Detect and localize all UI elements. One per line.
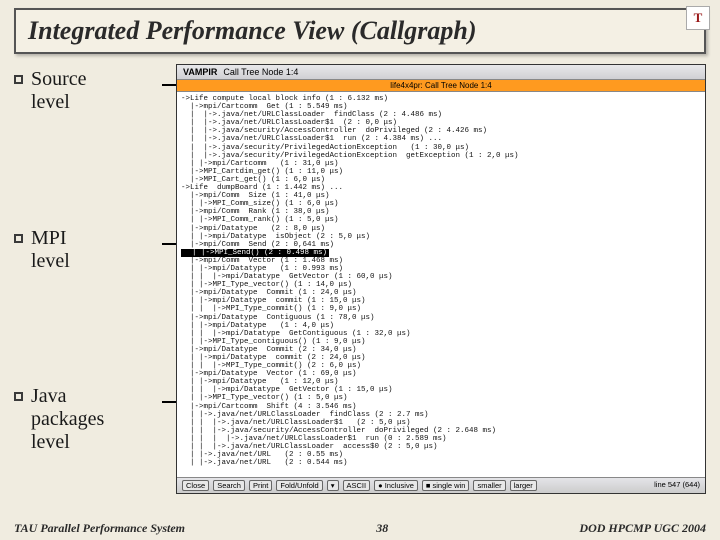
status-button[interactable]: Search [213,480,245,491]
bullet-java-level: Java packages level [14,385,166,454]
vampir-panel: VAMPIR Call Tree Node 1:4 life4x4pr: Cal… [176,64,706,494]
slide-title: Integrated Performance View (Callgraph) [28,16,692,46]
bullet-label: Source level [31,68,87,114]
status-button[interactable]: Print [249,480,272,491]
status-button[interactable]: ▾ [327,480,339,491]
status-button[interactable]: Fold/Unfold [276,480,322,491]
status-button[interactable]: smaller [473,480,505,491]
bullets-column: Source level MPI level Java packages lev… [14,64,166,494]
bullet-label: Java packages level [31,385,104,454]
calltree-view[interactable]: ->Life compute local block info (1 : 6.1… [177,92,705,477]
corner-badge: T [686,6,710,30]
status-button[interactable]: Close [182,480,209,491]
bullet-label: MPI level [31,227,70,273]
status-button[interactable]: ● Inclusive [374,480,418,491]
status-button[interactable]: ■ single win [422,480,470,491]
footer-left: TAU Parallel Performance System [14,521,185,536]
window-titlebar: VAMPIR Call Tree Node 1:4 [177,65,705,80]
bullet-mpi-level: MPI level [14,227,166,273]
panel-statusbar: Close Search Print Fold/Unfold ▾ ASCII● Inclu… [177,477,705,493]
title-box: Integrated Performance View (Callgraph) [14,8,706,54]
status-button[interactable]: larger [510,480,537,491]
footer-right: DOD HPCMP UGC 2004 [579,521,706,536]
panel-subtitle: life4x4pr: Call Tree Node 1:4 [177,80,705,92]
status-line: line 547 (644) [654,480,700,491]
footer-page: 38 [376,521,388,536]
window-subtitle: Call Tree Node 1:4 [223,67,298,77]
slide-footer: TAU Parallel Performance System 38 DOD H… [14,521,706,536]
window-app-label: VAMPIR [183,67,217,77]
bullet-icon [14,75,23,84]
bullet-icon [14,392,23,401]
bullet-source-level: Source level [14,68,166,114]
status-button[interactable]: ASCII [343,480,371,491]
bullet-icon [14,234,23,243]
